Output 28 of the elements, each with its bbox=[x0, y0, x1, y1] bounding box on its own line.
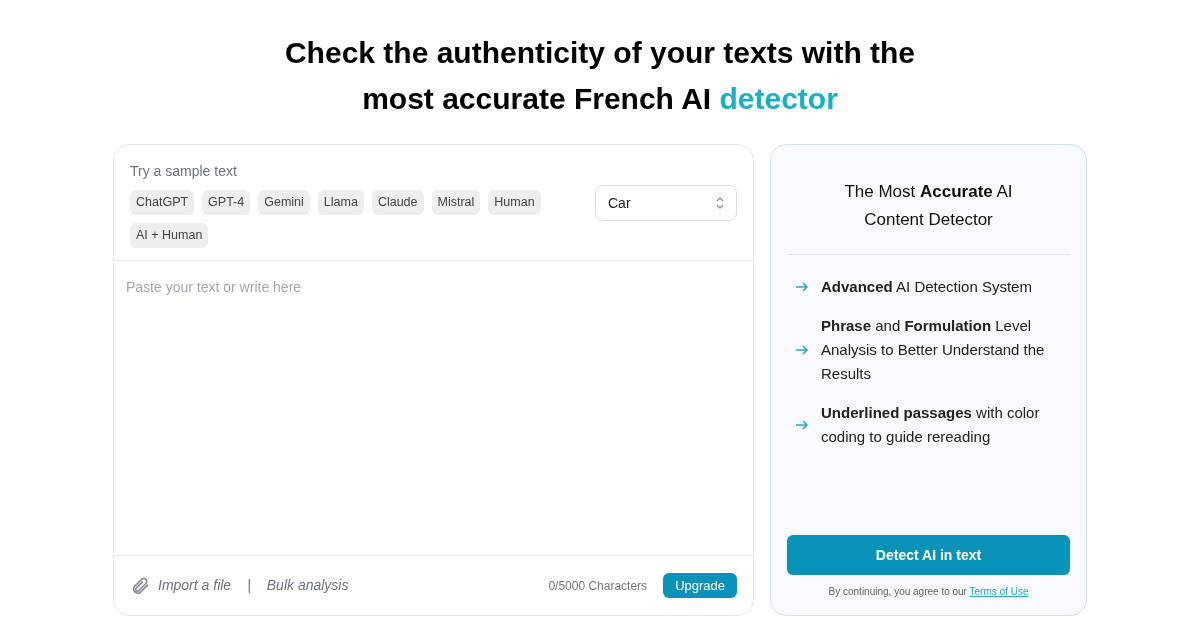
upgrade-button[interactable]: Upgrade bbox=[663, 572, 737, 599]
panel-title: The Most Accurate AI Content Detector bbox=[843, 181, 1014, 231]
chevron-updown-icon bbox=[716, 197, 724, 209]
sample-chip[interactable]: GPT-4 bbox=[202, 190, 251, 215]
character-counter: 0/5000 Characters bbox=[548, 577, 648, 595]
detect-button[interactable]: Detect AI in text bbox=[787, 535, 1070, 575]
separator: | bbox=[247, 576, 251, 595]
arrow-right-icon bbox=[795, 280, 809, 294]
sample-label: Try a sample text bbox=[130, 162, 238, 181]
paperclip-icon bbox=[130, 575, 150, 596]
arrow-right-icon bbox=[795, 343, 809, 357]
headline: Check the authenticity of your texts with the most accurate French AI detector bbox=[284, 35, 916, 117]
feature-text: Underlined passages with color coding to guide rereading bbox=[821, 403, 1041, 447]
terms-text: By continuing, you agree to our bbox=[828, 586, 968, 597]
sample-chip[interactable]: Llama bbox=[317, 190, 364, 215]
sample-chip[interactable]: Gemini bbox=[258, 190, 310, 215]
sample-chip[interactable]: Claude bbox=[371, 190, 424, 215]
arrow-right-icon bbox=[795, 418, 809, 432]
bulk-analysis-link[interactable]: Bulk analysis bbox=[266, 575, 349, 596]
feature-text: Advanced AI Detection System bbox=[821, 277, 1032, 297]
sample-chip[interactable]: ChatGPT bbox=[130, 190, 195, 215]
sample-chip[interactable]: AI + Human bbox=[130, 222, 209, 248]
feature-text: Phrase and Formulation Level Analysis to Better Understand the Results bbox=[821, 316, 1046, 384]
sample-chip[interactable]: Mistral bbox=[431, 190, 481, 215]
sample-chip[interactable]: Human bbox=[488, 190, 541, 215]
category-select[interactable]: Car bbox=[595, 185, 737, 221]
editor-card[interactable]: Try a sample text ChatGPT GPT-4 Gemini Llama Claude Mistral Human AI + Human Car Paste your text or write here Import a file | Bulk analysis 0/5000 Characters Upgrade bbox=[113, 144, 754, 616]
import-file-link[interactable]: Import a file bbox=[158, 575, 232, 596]
